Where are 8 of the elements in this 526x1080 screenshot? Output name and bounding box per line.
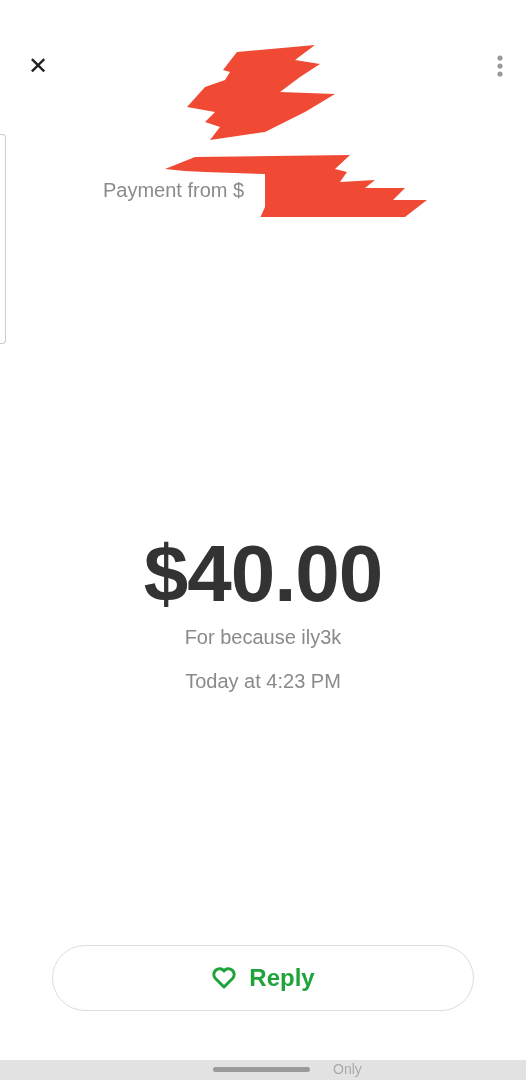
payment-note: For because ily3k bbox=[184, 626, 342, 649]
heart-icon bbox=[211, 966, 238, 990]
payment-time: Today at 4:23 PM bbox=[185, 670, 341, 693]
bottom-bar-text: Only bbox=[333, 1061, 362, 1077]
more-options-icon[interactable] bbox=[496, 55, 504, 77]
payment-title: Payment from $ bbox=[103, 179, 245, 202]
payment-amount: $40.00 bbox=[143, 530, 383, 618]
close-button[interactable]: ✕ bbox=[26, 52, 51, 80]
